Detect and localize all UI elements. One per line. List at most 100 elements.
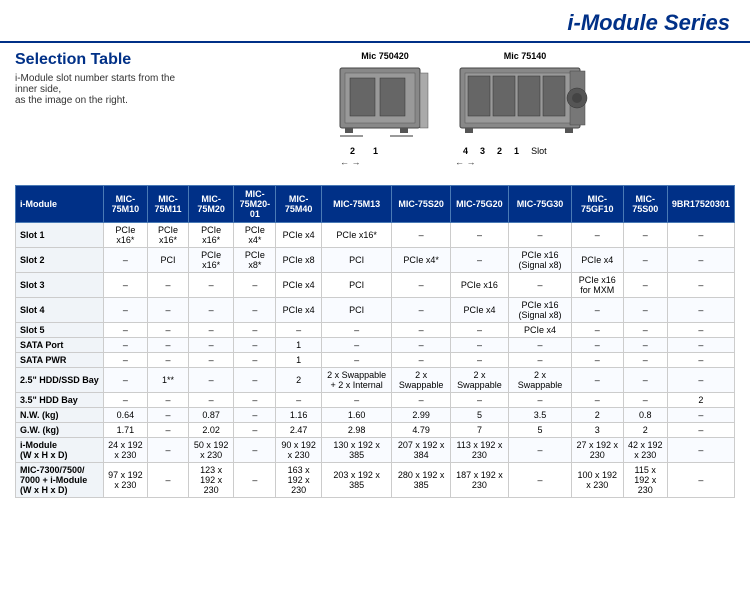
cell-75s00-gw: 2 [623, 423, 667, 438]
device-1: Mic 750420 [335, 51, 435, 167]
col-header-75m10: MIC-75M10 [103, 186, 147, 223]
cell-75m11-hdd25: 1** [148, 368, 189, 393]
cell-75m11-hdd35: – [148, 393, 189, 408]
cell-75m10-slot3: – [103, 273, 147, 298]
cell-75m20-01-gw: – [234, 423, 276, 438]
cell-75m20-gw: 2.02 [188, 423, 234, 438]
cell-75m20-01-hdd25: – [234, 368, 276, 393]
cell-75g30-slot3: – [509, 273, 572, 298]
table-header-row: i-Module MIC-75M10 MIC-75M11 MIC-75M20 M… [16, 186, 735, 223]
cell-75m10-imod-dim: 24 x 192 x 230 [103, 438, 147, 463]
cell-75m11-slot4: – [148, 298, 189, 323]
slot-label-4: 4 [463, 146, 468, 156]
cell-75m10-slot2: – [103, 248, 147, 273]
cell-75gf10-slot2: PCIe x4 [572, 248, 624, 273]
cell-75m40-satapwr: 1 [276, 353, 322, 368]
cell-75s00-slot3: – [623, 273, 667, 298]
cell-75s00-slot5: – [623, 323, 667, 338]
cell-75g30-slot2: PCIe x16 (Signal x8) [509, 248, 572, 273]
cell-75m40-sataport: 1 [276, 338, 322, 353]
cell-75m20-01-imod-dim: – [234, 438, 276, 463]
cell-75g20-imod-dim: 113 x 192 x 230 [450, 438, 508, 463]
cell-75m20-nw: 0.87 [188, 408, 234, 423]
cell-75gf10-hdd35: – [572, 393, 624, 408]
row-slot3-header: Slot 3 [16, 273, 104, 298]
cell-9br-slot5: – [667, 323, 734, 338]
table-row: SATA Port – – – – 1 – – – – – – – [16, 338, 735, 353]
cell-75s20-imod-dim: 207 x 192 x 384 [392, 438, 450, 463]
cell-75m10-sataport: – [103, 338, 147, 353]
cell-75gf10-slot4: – [572, 298, 624, 323]
table-row: SATA PWR – – – – 1 – – – – – – – [16, 353, 735, 368]
cell-75m11-slot3: – [148, 273, 189, 298]
cell-75m20-01-slot2: PCIe x8* [234, 248, 276, 273]
cell-75g20-gw: 7 [450, 423, 508, 438]
cell-9br-mic7300-dim: – [667, 463, 734, 498]
cell-75g20-slot2: – [450, 248, 508, 273]
cell-75m20-hdd35: – [188, 393, 234, 408]
cell-9br-hdd35: 2 [667, 393, 734, 408]
device-2-label: Mic 75140 [455, 51, 595, 61]
cell-75g20-slot1: – [450, 223, 508, 248]
cell-75m10-nw: 0.64 [103, 408, 147, 423]
cell-75m11-mic7300-dim: – [148, 463, 189, 498]
cell-75s20-satapwr: – [392, 353, 450, 368]
cell-75m20-01-slot1: PCIe x4* [234, 223, 276, 248]
cell-75m40-nw: 1.16 [276, 408, 322, 423]
cell-75m20-01-slot4: – [234, 298, 276, 323]
row-gw-header: G.W. (kg) [16, 423, 104, 438]
cell-75gf10-gw: 3 [572, 423, 624, 438]
cell-75gf10-mic7300-dim: 100 x 192 x 230 [572, 463, 624, 498]
section-title: Selection Table [15, 51, 195, 69]
cell-75g20-mic7300-dim: 187 x 192 x 230 [450, 463, 508, 498]
cell-75m20-hdd25: – [188, 368, 234, 393]
cell-75m20-01-slot5: – [234, 323, 276, 338]
cell-75s20-sataport: – [392, 338, 450, 353]
slot-text: Slot [531, 146, 547, 156]
cell-75m10-gw: 1.71 [103, 423, 147, 438]
cell-75s20-nw: 2.99 [392, 408, 450, 423]
cell-75gf10-satapwr: – [572, 353, 624, 368]
cell-75m11-satapwr: – [148, 353, 189, 368]
col-header-75m13: MIC-75M13 [321, 186, 392, 223]
cell-75s00-sataport: – [623, 338, 667, 353]
cell-75m10-satapwr: – [103, 353, 147, 368]
col-header-9br: 9BR17520301 [667, 186, 734, 223]
cell-75m20-01-sataport: – [234, 338, 276, 353]
cell-75m20-imod-dim: 50 x 192 x 230 [188, 438, 234, 463]
row-imodule-dim-header: i-Module(W x H x D) [16, 438, 104, 463]
cell-75m13-gw: 2.98 [321, 423, 392, 438]
cell-75m11-slot2: PCI [148, 248, 189, 273]
cell-75m20-sataport: – [188, 338, 234, 353]
cell-75m11-slot1: PCIe x16* [148, 223, 189, 248]
cell-75m11-slot5: – [148, 323, 189, 338]
cell-75m10-mic7300-dim: 97 x 192 x 230 [103, 463, 147, 498]
cell-75g30-slot1: – [509, 223, 572, 248]
device-1-svg [335, 63, 435, 143]
cell-75gf10-imod-dim: 27 x 192 x 230 [572, 438, 624, 463]
col-header-imodule: i-Module [16, 186, 104, 223]
cell-9br-gw: – [667, 423, 734, 438]
cell-75s20-slot5: – [392, 323, 450, 338]
cell-75m13-nw: 1.60 [321, 408, 392, 423]
table-row: i-Module(W x H x D) 24 x 192 x 230 – 50 … [16, 438, 735, 463]
cell-75m40-slot4: PCIe x4 [276, 298, 322, 323]
slot-label-1b: 1 [514, 146, 519, 156]
cell-75g20-hdd35: – [450, 393, 508, 408]
cell-75gf10-slot5: – [572, 323, 624, 338]
cell-75m13-slot2: PCI [321, 248, 392, 273]
cell-9br-slot1: – [667, 223, 734, 248]
cell-75s00-slot2: – [623, 248, 667, 273]
cell-9br-slot4: – [667, 298, 734, 323]
cell-75m13-slot1: PCIe x16* [321, 223, 392, 248]
cell-75m40-mic7300-dim: 163 x 192 x 230 [276, 463, 322, 498]
row-hdd25-header: 2.5" HDD/SSD Bay [16, 368, 104, 393]
header: i-Module Series [0, 0, 750, 43]
top-section: Selection Table i-Module slot number sta… [15, 51, 735, 177]
selection-table: i-Module MIC-75M10 MIC-75M11 MIC-75M20 M… [15, 185, 735, 498]
subtitle: i-Module slot number starts from the inn… [15, 73, 195, 106]
cell-75m13-mic7300-dim: 203 x 192 x 385 [321, 463, 392, 498]
cell-75m40-gw: 2.47 [276, 423, 322, 438]
table-row: Slot 5 – – – – – – – – PCIe x4 – – – [16, 323, 735, 338]
cell-75m10-hdd35: – [103, 393, 147, 408]
